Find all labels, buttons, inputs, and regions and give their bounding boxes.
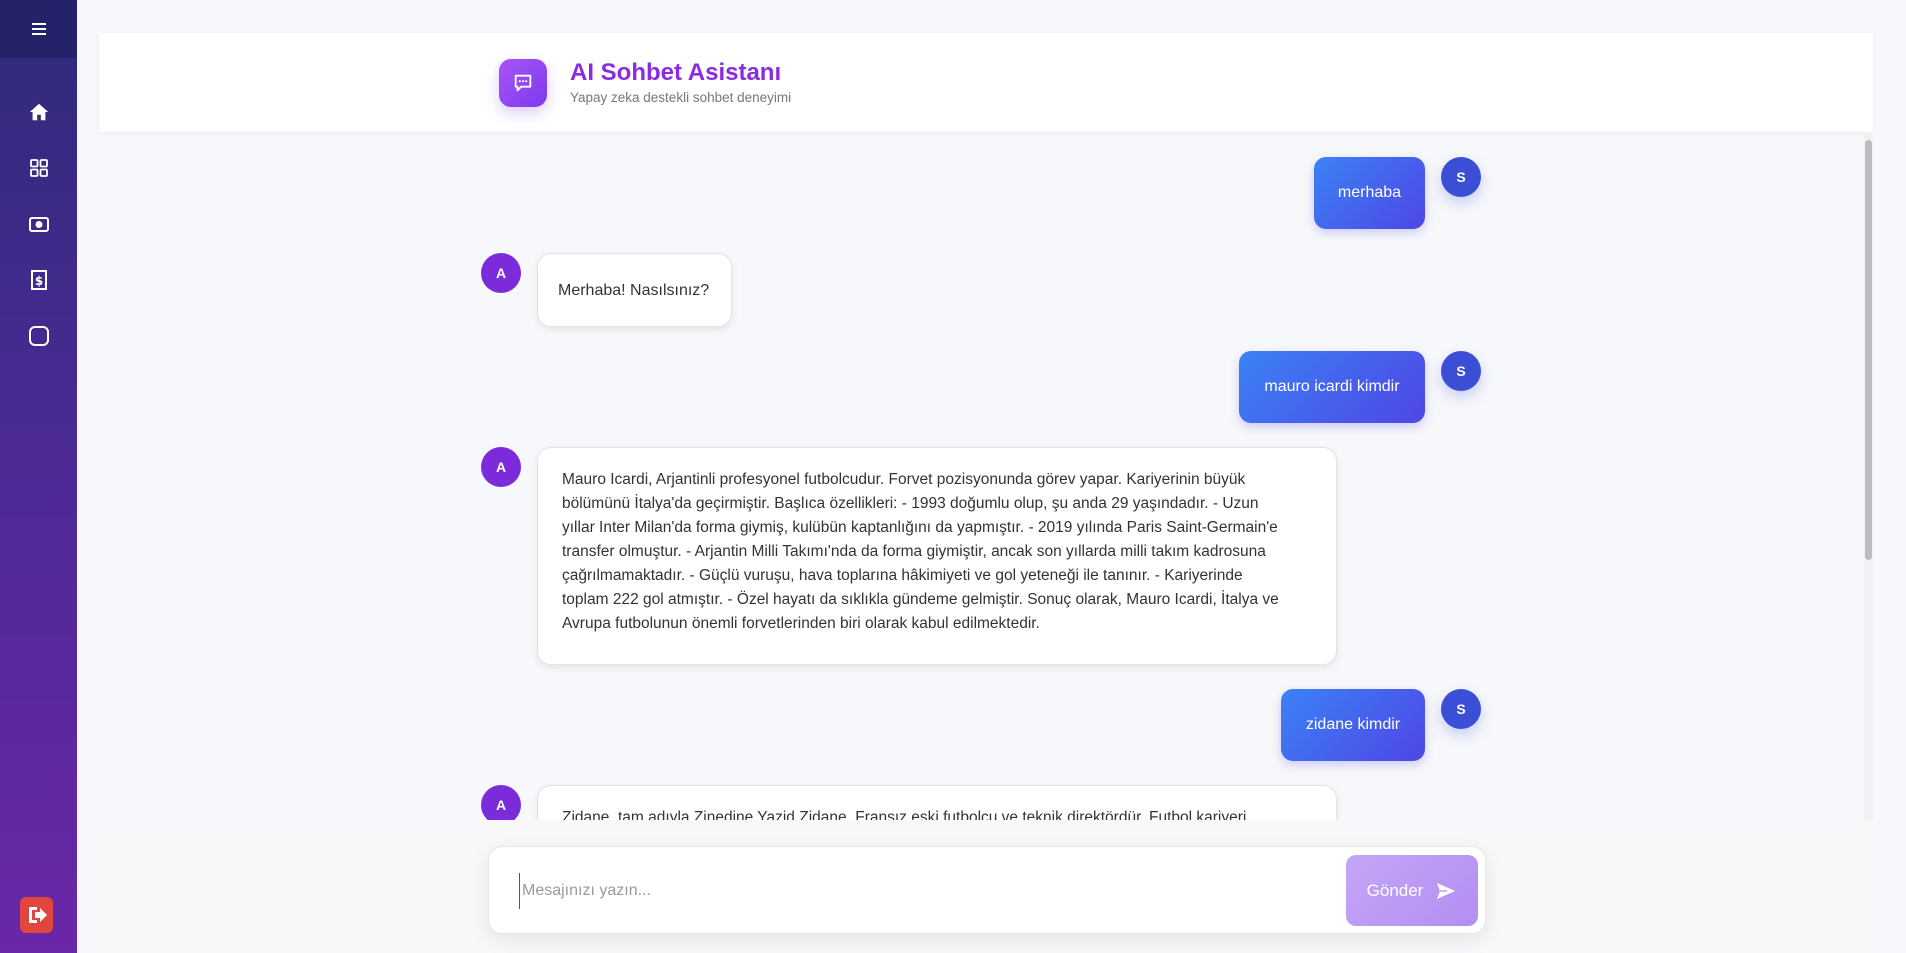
svg-text:$: $ — [34, 274, 42, 288]
user-avatar: S — [1441, 157, 1481, 197]
user-message: mauro icardi kimdir — [1239, 351, 1425, 423]
dollar-document-icon: $ — [30, 270, 47, 290]
logout-button[interactable] — [20, 897, 53, 933]
scrollbar-thumb[interactable] — [1865, 140, 1872, 560]
ai-message-line: toplam 222 gol atmıştır. - Özel hayatı d… — [562, 591, 1279, 608]
ai-message-text: Merhaba! Nasılsınız? — [558, 282, 710, 299]
user-avatar: S — [1441, 351, 1481, 391]
user-message: zidane kimdir — [1281, 689, 1425, 761]
message-input[interactable] — [519, 873, 1319, 909]
ai-avatar: A — [481, 447, 521, 487]
sidebar-item-media[interactable] — [0, 201, 77, 247]
page-subtitle: Yapay zeka destekli sohbet deneyimi — [570, 90, 792, 105]
user-message: merhaba — [1314, 157, 1425, 229]
ai-avatar: A — [481, 785, 521, 820]
sidebar-item-billing[interactable]: $ — [0, 257, 77, 303]
send-button[interactable]: Gönder — [1346, 855, 1478, 926]
ai-avatar: A — [481, 253, 521, 293]
grid-icon — [29, 159, 48, 177]
chat-messages[interactable]: merhaba S A Merhaba! Nasılsınız? mauro i… — [99, 132, 1865, 820]
home-icon — [29, 103, 48, 121]
ai-message-line: Mauro Icardi, Arjantinli profesyonel fut… — [562, 471, 1246, 488]
chat-scrollbar[interactable] — [1864, 132, 1873, 820]
chat-bubble-icon — [514, 74, 532, 92]
ai-message-line: bölümünü İtalya'da geçirmiştir. Başlıca … — [562, 495, 1259, 512]
ai-message-line: transfer olmuştur. - Arjantin Milli Takı… — [562, 543, 1266, 560]
sidebar: $ — [0, 0, 77, 953]
sidebar-item-chat[interactable] — [0, 313, 77, 359]
sidebar-item-dashboard[interactable] — [0, 145, 77, 191]
ai-message: Merhaba! Nasılsınız? — [537, 253, 732, 327]
user-avatar: S — [1441, 689, 1481, 729]
chat-logo — [499, 59, 547, 107]
square-icon — [28, 326, 49, 346]
chat-header: AI Sohbet Asistanı Yapay zeka destekli s… — [99, 33, 1873, 132]
send-icon — [1437, 882, 1456, 899]
page-title: AI Sohbet Asistanı — [570, 59, 782, 86]
ai-message-line: yıllar Inter Milan'da forma giymiş, kulü… — [562, 519, 1278, 536]
sidebar-item-home[interactable] — [0, 89, 77, 135]
ai-message: Zidane, tam adıyla Zinedine Yazid Zidane… — [537, 785, 1337, 820]
ai-message-line: çağrılmamaktadır. - Güçlü vuruşu, hava t… — [562, 567, 1243, 584]
ai-message: Mauro Icardi, Arjantinli profesyonel fut… — [537, 447, 1337, 665]
camera-icon — [28, 217, 49, 232]
hamburger-icon — [31, 23, 46, 35]
ai-message-line: Avrupa futbolunun önemli forvetlerinden … — [562, 615, 1040, 632]
message-input-box — [488, 846, 1486, 934]
menu-toggle-button[interactable] — [0, 0, 77, 58]
ai-message-line: Zidane, tam adıyla Zinedine Yazid Zidane… — [562, 809, 1247, 820]
logout-icon — [28, 907, 47, 923]
send-button-label: Gönder — [1366, 880, 1424, 900]
